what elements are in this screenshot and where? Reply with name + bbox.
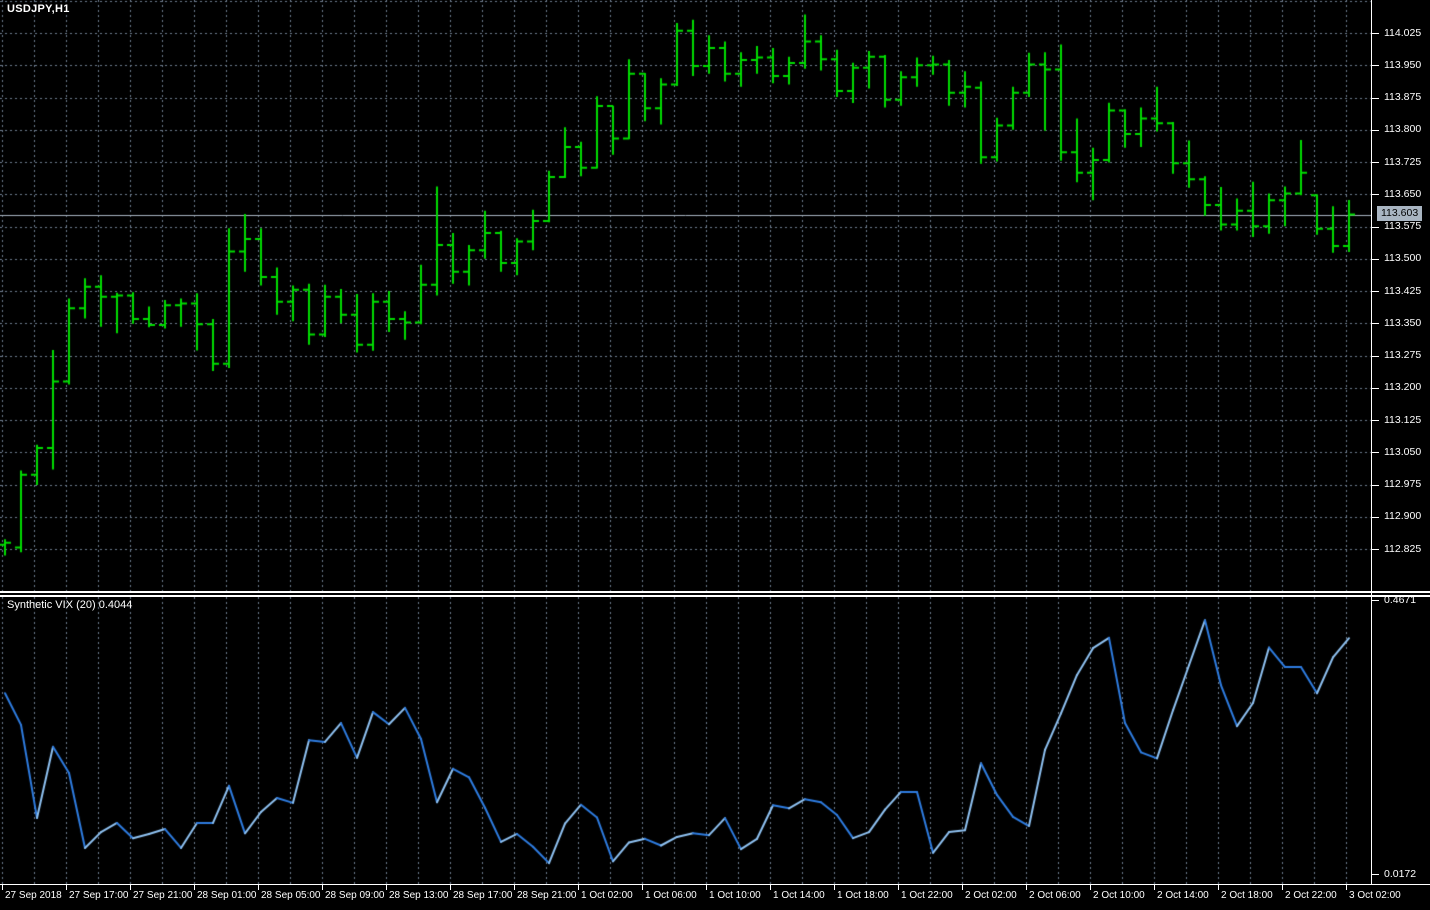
price-label: 113.950 bbox=[1384, 58, 1422, 71]
price-tick bbox=[1371, 420, 1379, 421]
time-tick bbox=[1346, 885, 1347, 890]
price-label: 113.050 bbox=[1384, 445, 1422, 458]
time-tick bbox=[962, 885, 963, 890]
time-label: 2 Oct 10:00 bbox=[1093, 890, 1145, 901]
price-label: 113.800 bbox=[1384, 123, 1422, 136]
time-tick bbox=[450, 885, 451, 890]
price-label: 113.500 bbox=[1384, 252, 1422, 265]
chart-window: USDJPY,H1 Synthetic VIX (20) 0.4044 114.… bbox=[0, 0, 1430, 910]
price-label: 113.125 bbox=[1384, 413, 1422, 426]
indicator-scale-tick bbox=[1371, 874, 1379, 875]
time-label: 28 Sep 13:00 bbox=[389, 890, 449, 901]
time-tick bbox=[66, 885, 67, 890]
time-label: 2 Oct 02:00 bbox=[965, 890, 1017, 901]
time-label: 27 Sep 17:00 bbox=[69, 890, 129, 901]
price-tick bbox=[1371, 227, 1379, 228]
time-tick bbox=[1282, 885, 1283, 890]
price-label: 113.275 bbox=[1384, 349, 1422, 362]
price-tick bbox=[1371, 323, 1379, 324]
time-label: 2 Oct 06:00 bbox=[1029, 890, 1081, 901]
time-tick bbox=[834, 885, 835, 890]
time-tick bbox=[706, 885, 707, 890]
time-tick bbox=[578, 885, 579, 890]
price-label: 113.425 bbox=[1384, 284, 1422, 297]
time-tick bbox=[386, 885, 387, 890]
price-tick bbox=[1371, 452, 1379, 453]
price-label: 114.025 bbox=[1384, 26, 1422, 39]
time-axis-border bbox=[0, 884, 1430, 885]
price-label: 112.975 bbox=[1384, 478, 1422, 491]
time-label: 28 Sep 21:00 bbox=[517, 890, 577, 901]
time-tick bbox=[1218, 885, 1219, 890]
price-label: 113.650 bbox=[1384, 187, 1422, 200]
time-label: 1 Oct 18:00 bbox=[837, 890, 889, 901]
price-label: 113.875 bbox=[1384, 91, 1422, 104]
time-tick bbox=[322, 885, 323, 890]
main-chart-canvas[interactable] bbox=[0, 0, 1371, 591]
price-tick bbox=[1371, 162, 1379, 163]
price-tick bbox=[1371, 388, 1379, 389]
time-label: 1 Oct 22:00 bbox=[901, 890, 953, 901]
price-label: 113.575 bbox=[1384, 220, 1422, 233]
time-label: 28 Sep 17:00 bbox=[453, 890, 513, 901]
price-tick bbox=[1371, 549, 1379, 550]
panel-separator[interactable] bbox=[0, 591, 1430, 593]
price-tick bbox=[1371, 259, 1379, 260]
indicator-scale-label: 0.4671 bbox=[1384, 593, 1417, 606]
indicator-scale-tick bbox=[1371, 600, 1379, 601]
time-label: 2 Oct 14:00 bbox=[1157, 890, 1209, 901]
time-label: 27 Sep 2018 bbox=[5, 890, 62, 901]
time-tick bbox=[514, 885, 515, 890]
time-label: 28 Sep 01:00 bbox=[197, 890, 257, 901]
time-label: 28 Sep 09:00 bbox=[325, 890, 385, 901]
time-label: 27 Sep 21:00 bbox=[133, 890, 193, 901]
time-label: 28 Sep 05:00 bbox=[261, 890, 321, 901]
indicator-canvas[interactable] bbox=[0, 597, 1371, 884]
price-tick bbox=[1371, 517, 1379, 518]
price-label: 113.725 bbox=[1384, 155, 1422, 168]
price-label: 113.200 bbox=[1384, 381, 1422, 394]
time-tick bbox=[1154, 885, 1155, 890]
current-price-tag: 113.603 bbox=[1377, 206, 1423, 221]
time-label: 1 Oct 06:00 bbox=[645, 890, 697, 901]
panel-separator-lower[interactable] bbox=[0, 594, 1430, 597]
time-tick bbox=[194, 885, 195, 890]
price-tick bbox=[1371, 130, 1379, 131]
time-label: 1 Oct 14:00 bbox=[773, 890, 825, 901]
time-label: 1 Oct 02:00 bbox=[581, 890, 633, 901]
time-tick bbox=[258, 885, 259, 890]
time-tick bbox=[898, 885, 899, 890]
price-tick bbox=[1371, 291, 1379, 292]
price-tick bbox=[1371, 98, 1379, 99]
price-label: 112.825 bbox=[1384, 542, 1422, 555]
time-tick bbox=[2, 885, 3, 890]
price-label: 112.900 bbox=[1384, 510, 1422, 523]
time-label: 1 Oct 10:00 bbox=[709, 890, 761, 901]
indicator-label: Synthetic VIX (20) 0.4044 bbox=[7, 599, 133, 611]
symbol-period-label: USDJPY,H1 bbox=[7, 3, 70, 15]
price-tick bbox=[1371, 33, 1379, 34]
price-tick bbox=[1371, 356, 1379, 357]
time-tick bbox=[642, 885, 643, 890]
time-label: 3 Oct 02:00 bbox=[1349, 890, 1401, 901]
price-tick bbox=[1371, 65, 1379, 66]
price-tick bbox=[1371, 194, 1379, 195]
price-label: 113.350 bbox=[1384, 316, 1422, 329]
time-tick bbox=[770, 885, 771, 890]
time-tick bbox=[1090, 885, 1091, 890]
time-label: 2 Oct 22:00 bbox=[1285, 890, 1337, 901]
price-axis-border bbox=[1371, 0, 1372, 884]
price-tick bbox=[1371, 485, 1379, 486]
time-label: 2 Oct 18:00 bbox=[1221, 890, 1273, 901]
time-tick bbox=[1026, 885, 1027, 890]
indicator-scale-label: 0.0172 bbox=[1384, 867, 1417, 880]
time-tick bbox=[130, 885, 131, 890]
